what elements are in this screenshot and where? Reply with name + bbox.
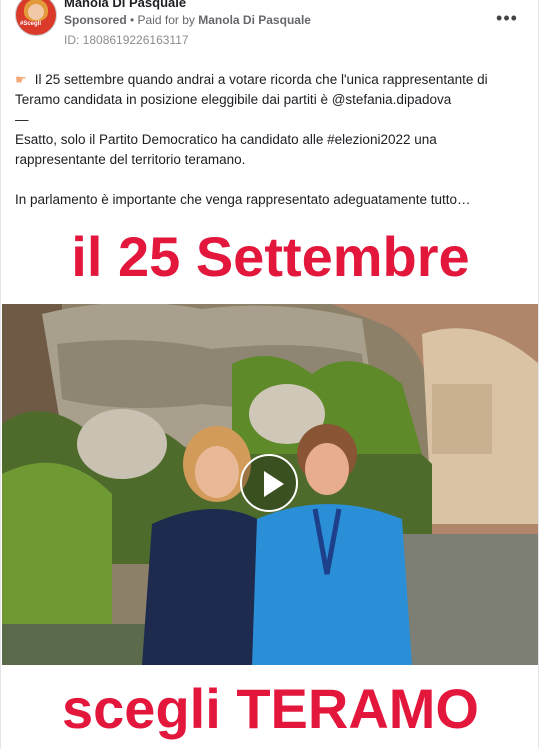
sponsored-line: Sponsored • Paid for by Manola Di Pasqua… <box>64 13 311 27</box>
ad-card: #Scegli Manola Di Pasquale Sponsored • P… <box>0 0 539 749</box>
paid-for-prefix: Paid for by <box>137 13 199 27</box>
post-line-6: In parlamento è importante che venga rap… <box>15 192 471 207</box>
page-avatar[interactable]: #Scegli <box>15 0 57 36</box>
meta-separator: • <box>126 13 138 27</box>
avatar-tag: #Scegli <box>20 21 42 27</box>
play-button[interactable] <box>240 454 298 512</box>
video-headline: il 25 Settembre <box>71 225 470 288</box>
backhand-index-pointing-right-icon: ☛ <box>15 72 27 87</box>
play-icon <box>264 471 284 497</box>
post-line-2: Teramo candidata in posizione eleggibile… <box>15 92 452 107</box>
video-footer-title: scegli TERAMO <box>62 677 479 740</box>
page-name[interactable]: Manola Di Pasquale <box>64 0 186 10</box>
sponsored-label: Sponsored <box>64 13 127 27</box>
post-line: ☛ Il 25 settembre quando andrai a votare… <box>15 70 525 90</box>
post-line-3: — <box>15 112 29 127</box>
more-options-button[interactable]: ••• <box>495 8 519 28</box>
more-options-icon: ••• <box>496 7 518 28</box>
video-frame[interactable] <box>2 304 538 665</box>
post-line-4: Esatto, solo il Partito Democratico ha c… <box>15 132 437 147</box>
ad-id: ID: 1808619226163117 <box>64 33 189 47</box>
post-line-5: rappresentante del territorio teramano. <box>15 152 246 167</box>
payer-name[interactable]: Manola Di Pasquale <box>198 13 311 27</box>
post-text: ☛ Il 25 settembre quando andrai a votare… <box>15 70 525 210</box>
ad-video[interactable]: il 25 Settembre scegli TERAMO <box>2 218 538 749</box>
post-line-1: Il 25 settembre quando andrai a votare r… <box>34 72 488 87</box>
avatar-face <box>28 4 44 20</box>
